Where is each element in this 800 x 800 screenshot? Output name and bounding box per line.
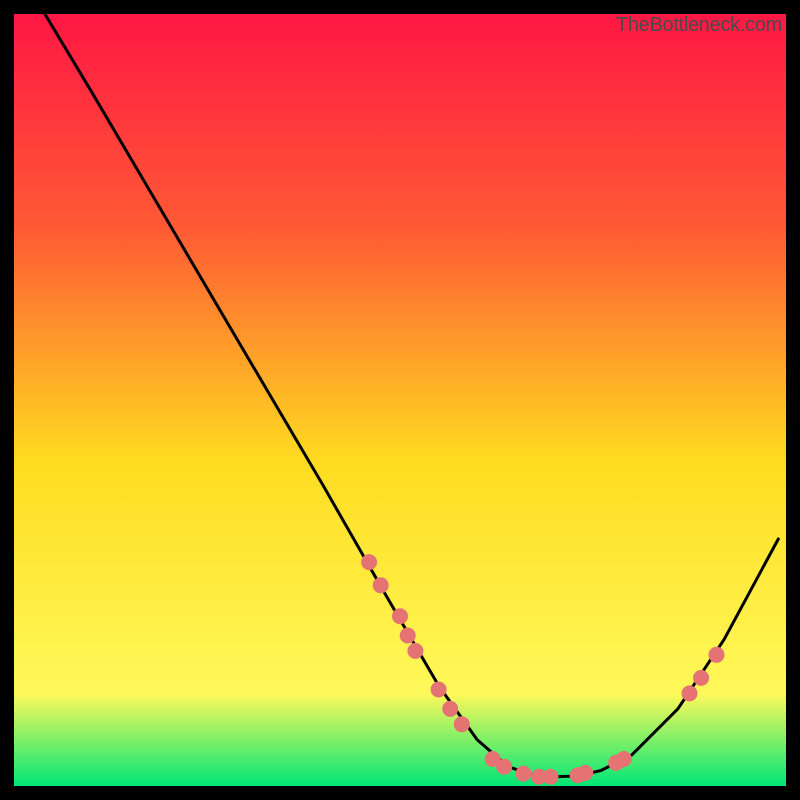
data-point <box>431 682 447 698</box>
gradient-background <box>14 14 786 786</box>
data-point <box>616 751 632 767</box>
data-point <box>454 716 470 732</box>
data-point <box>543 769 559 785</box>
plot-svg <box>14 14 786 786</box>
watermark-text: TheBottleneck.com <box>616 14 782 37</box>
data-point <box>361 554 377 570</box>
data-point <box>577 765 593 781</box>
data-point <box>392 608 408 624</box>
data-point <box>682 685 698 701</box>
chart-frame: TheBottleneck.com <box>14 14 786 786</box>
data-point <box>693 670 709 686</box>
data-point <box>373 577 389 593</box>
data-point <box>400 628 416 644</box>
data-point <box>516 766 532 782</box>
data-point <box>709 647 725 663</box>
data-point <box>496 759 512 775</box>
data-point <box>442 701 458 717</box>
data-point <box>407 643 423 659</box>
